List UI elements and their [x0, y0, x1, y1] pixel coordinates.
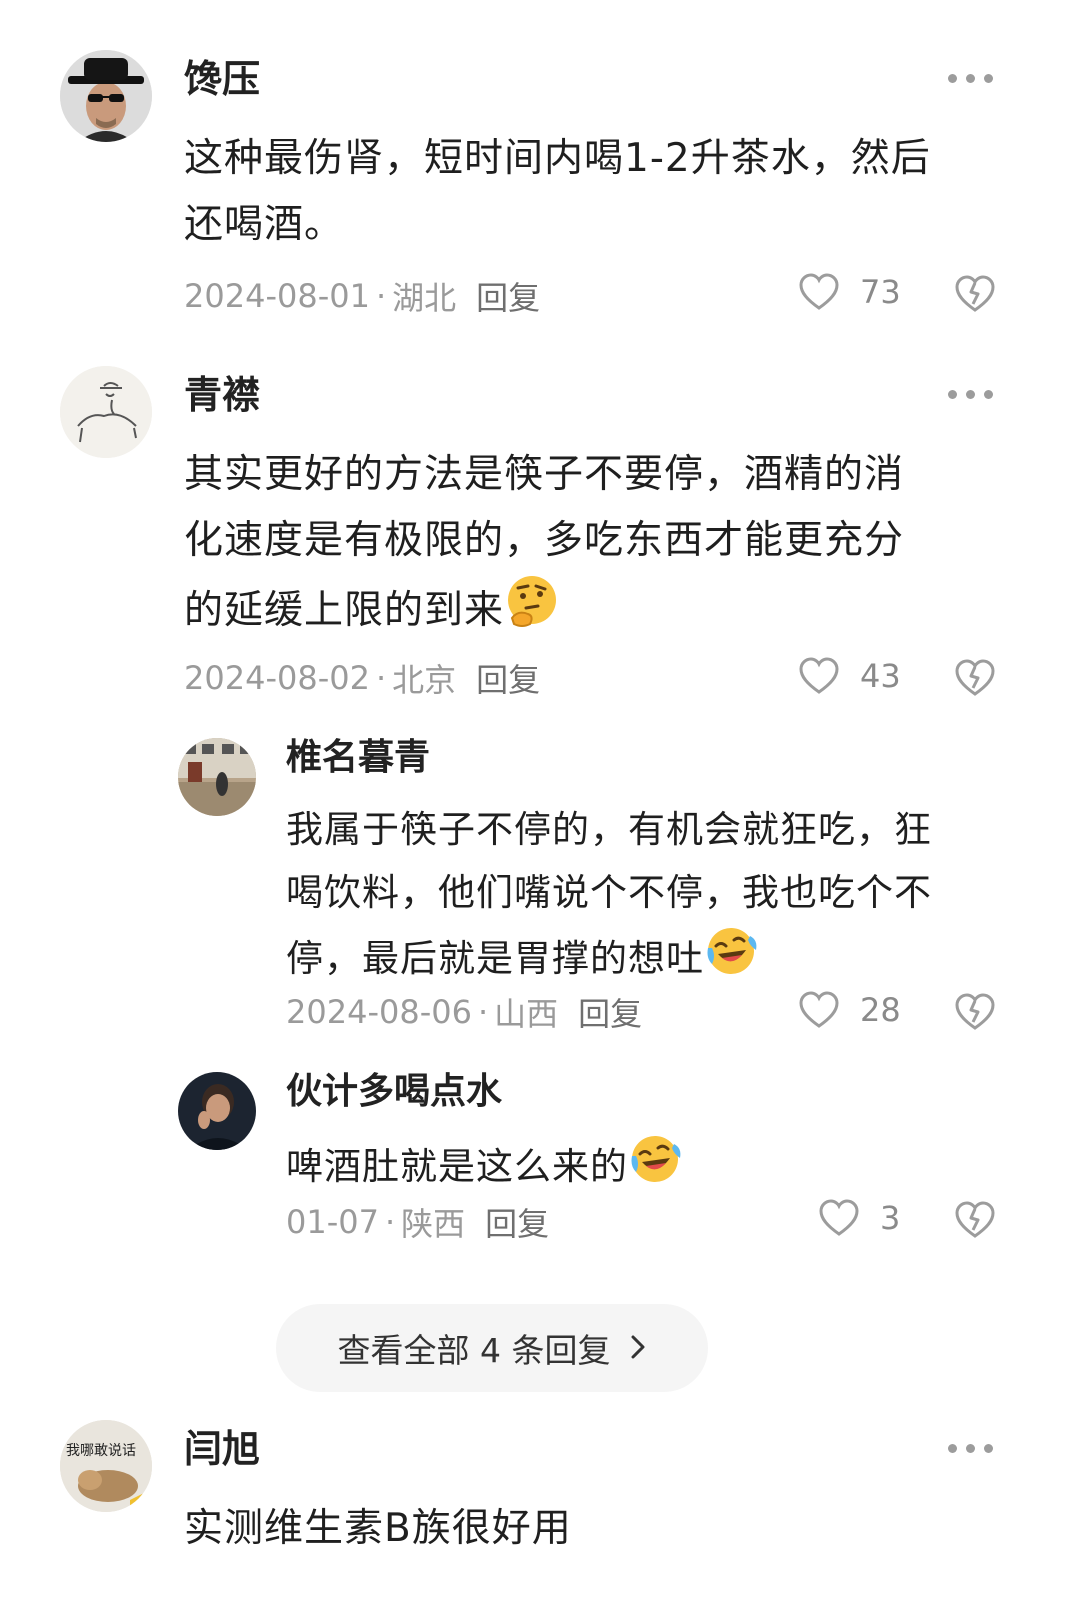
laugh-cry-emoji: [704, 924, 758, 997]
comment-text-line: 实测维生素B族很好用: [184, 1506, 572, 1551]
reply-text-line: 喝饮料，他们嘴说个不停，我也吃个不: [286, 871, 932, 914]
like-count: 28: [860, 991, 901, 1029]
reply-text-line: 我属于筷子不停的，有机会就狂吃，狂: [286, 808, 932, 851]
avatar[interactable]: [178, 1072, 256, 1150]
avatar[interactable]: [60, 50, 152, 142]
chevron-right-icon: [630, 1328, 646, 1369]
thinking-emoji: [504, 574, 560, 651]
reply-button[interactable]: 回复: [578, 989, 642, 1035]
comment-text-line: 还喝酒。: [184, 202, 345, 247]
heart-icon: [799, 657, 839, 694]
like-button[interactable]: 3: [818, 1198, 900, 1238]
meta-separator: ·: [384, 1203, 396, 1241]
like-count: 3: [880, 1199, 901, 1237]
reply-date: 01-07: [286, 1203, 379, 1241]
reply-region: 陕西: [401, 1205, 466, 1243]
comment-date: 2024-08-02: [184, 659, 370, 697]
reply-meta: 2024-08-06 · 山西 回复: [286, 989, 642, 1035]
heart-icon: [799, 991, 839, 1028]
like-button[interactable]: 43: [798, 656, 901, 696]
reply-text: 啤酒肚就是这么来的: [286, 1132, 1016, 1205]
comment-text-line: 这种最伤肾，短时间内喝1-2升茶水，然后: [184, 136, 931, 181]
view-all-replies-label: 查看全部 4 条回复: [337, 1331, 611, 1370]
reply-text-line: 停，最后就是胃撑的想吐: [286, 924, 1016, 997]
comment-date: 2024-08-01: [184, 277, 370, 315]
comment-text: 实测维生素B族很好用: [184, 1496, 1014, 1562]
reply-button[interactable]: 回复: [476, 655, 540, 701]
heart-icon: [819, 1199, 859, 1236]
comment-meta: 2024-08-02 · 北京 回复: [184, 655, 540, 701]
more-icon[interactable]: [948, 1444, 993, 1453]
like-button[interactable]: 28: [798, 990, 901, 1030]
dislike-icon[interactable]: [954, 274, 996, 318]
like-button[interactable]: 73: [798, 272, 901, 312]
avatar[interactable]: [178, 738, 256, 816]
reply-date: 2024-08-06: [286, 993, 472, 1031]
dislike-icon[interactable]: [954, 1200, 996, 1244]
comment-username[interactable]: 闫旭: [184, 1430, 260, 1468]
avatar[interactable]: [60, 366, 152, 458]
more-icon[interactable]: [948, 74, 993, 83]
reply-username[interactable]: 伙计多喝点水: [286, 1074, 502, 1110]
dislike-icon[interactable]: [954, 658, 996, 702]
laugh-cry-emoji: [628, 1132, 682, 1205]
comment-meta: 2024-08-01 · 湖北 回复: [184, 273, 540, 319]
avatar-caption: 我哪敢说话: [66, 1443, 136, 1459]
comment-username[interactable]: 青襟: [184, 376, 260, 414]
like-count: 43: [860, 657, 901, 695]
comment-region: 北京: [392, 661, 457, 699]
reply-meta: 01-07 · 陕西 回复: [286, 1199, 549, 1245]
comment-text: 其实更好的方法是筷子不要停，酒精的消 化速度是有极限的，多吃东西才能更充分 的延…: [184, 442, 1014, 651]
comment-text-segment: 的延缓上限的到来: [184, 588, 505, 633]
reply-text-segment: 停，最后就是胃撑的想吐: [286, 937, 704, 980]
reply-username[interactable]: 椎名暮青: [286, 740, 430, 776]
comment-username[interactable]: 馋压: [184, 60, 260, 98]
more-icon[interactable]: [948, 390, 993, 399]
meta-separator: ·: [375, 659, 387, 697]
comment-region: 湖北: [392, 279, 457, 317]
comment-text-line: 的延缓上限的到来: [184, 574, 1014, 651]
reply-text-segment: 啤酒肚就是这么来的: [286, 1145, 628, 1188]
comment-text-line: 其实更好的方法是筷子不要停，酒精的消: [184, 452, 905, 497]
like-count: 73: [860, 273, 901, 311]
meta-separator: ·: [375, 277, 387, 315]
reply-text: 我属于筷子不停的，有机会就狂吃，狂 喝饮料，他们嘴说个不停，我也吃个不 停，最后…: [286, 798, 1016, 997]
meta-separator: ·: [477, 993, 489, 1031]
reply-region: 山西: [494, 995, 559, 1033]
view-all-replies-button[interactable]: 查看全部 4 条回复: [276, 1304, 708, 1392]
comment-text: 这种最伤肾，短时间内喝1-2升茶水，然后 还喝酒。: [184, 126, 1014, 258]
reply-button[interactable]: 回复: [476, 273, 540, 319]
comment-text-line: 化速度是有极限的，多吃东西才能更充分: [184, 518, 905, 563]
heart-icon: [799, 273, 839, 310]
dislike-icon[interactable]: [954, 992, 996, 1036]
reply-button[interactable]: 回复: [485, 1199, 549, 1245]
reply-text-line: 啤酒肚就是这么来的: [286, 1132, 1016, 1205]
avatar[interactable]: 我哪敢说话: [60, 1420, 152, 1512]
